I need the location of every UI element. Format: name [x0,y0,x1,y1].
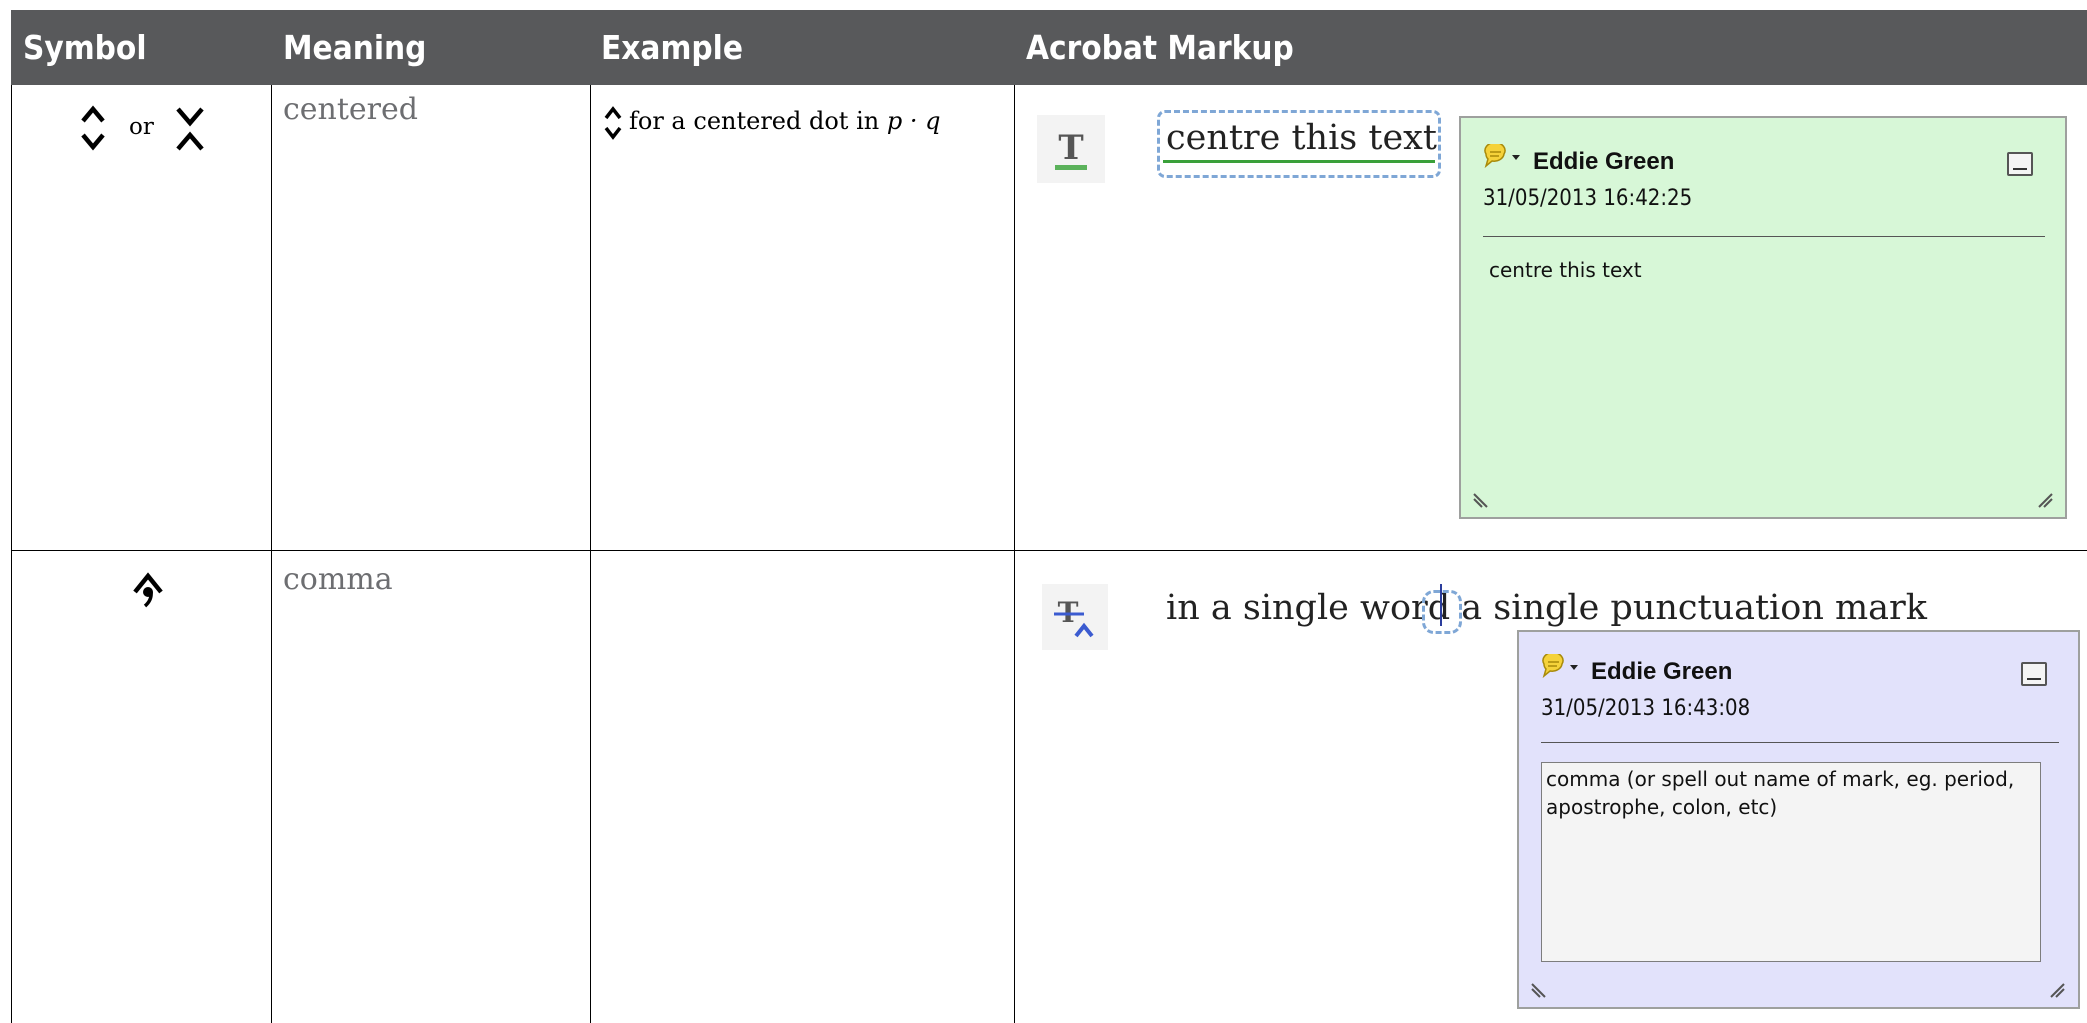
example-math: p · q [886,107,941,135]
note-date: 31/05/2013 16:43:08 [1541,696,1751,721]
speech-bubble-icon[interactable] [1483,144,1527,170]
text-cursor-icon [1439,584,1442,626]
document-text-before: in a single wor [1166,588,1428,628]
example-description: for a centered dot in [629,107,880,135]
comment-note[interactable]: Eddie Green 31/05/2013 16:43:08 comma (o… [1517,630,2080,1009]
document-text-after: a single punctuation mark [1461,588,1927,628]
note-body: comma (or spell out name of mark, eg. pe… [1546,767,2015,819]
proofreading-table: Symbol Meaning Example Acrobat Markup or… [11,10,2087,1023]
insert-text-tool-icon[interactable]: T [1042,584,1108,650]
resize-grip-right-icon[interactable] [2045,978,2067,1000]
column-divider [590,85,591,1023]
example-text: for a centered dot in p · q [629,107,940,135]
highlight-underline [1163,160,1435,163]
header-meaning: Meaning [283,28,427,67]
document-text: in a single word a single punctuation ma… [1166,584,1927,634]
up-down-caret-icon [604,106,622,140]
meaning-text: centered [283,92,418,127]
note-author: Eddie Green [1533,148,1675,175]
meaning-text: comma [283,562,393,597]
note-divider [1541,742,2059,743]
header-example: Example [601,28,743,67]
comma-caret-icon [133,572,163,608]
comment-note[interactable]: Eddie Green 31/05/2013 16:42:25 centre t… [1459,116,2067,519]
header-symbol: Symbol [23,28,147,67]
speech-bubble-icon[interactable] [1541,654,1585,680]
column-divider [11,85,12,1023]
note-author: Eddie Green [1591,658,1733,685]
note-divider [1483,236,2045,237]
symbol-or-text: or [129,114,154,140]
insert-caret-marker[interactable] [1421,590,1462,634]
minimize-note-button[interactable] [2021,662,2047,686]
document-text: centre this text [1166,118,1437,158]
note-body-textarea[interactable]: comma (or spell out name of mark, eg. pe… [1541,762,2041,962]
svg-text:T: T [1058,128,1083,168]
chevrons-pointing-in-icon [176,107,204,151]
insertion-point[interactable]: d [1421,584,1462,634]
resize-grip-left-icon[interactable] [1471,488,1493,510]
minimize-note-button[interactable] [2007,152,2033,176]
column-divider [271,85,272,1023]
row-divider [11,550,2087,551]
table-header: Symbol Meaning Example Acrobat Markup [11,10,2087,85]
resize-grip-right-icon[interactable] [2033,488,2055,510]
note-date: 31/05/2013 16:42:25 [1483,186,1693,211]
column-divider [1014,85,1015,1023]
replace-text-tool-icon[interactable]: T [1037,115,1105,183]
resize-grip-left-icon[interactable] [1529,978,1551,1000]
note-body[interactable]: centre this text [1489,256,2029,284]
header-acrobat-markup: Acrobat Markup [1026,28,1294,67]
up-down-caret-icon [81,105,105,151]
